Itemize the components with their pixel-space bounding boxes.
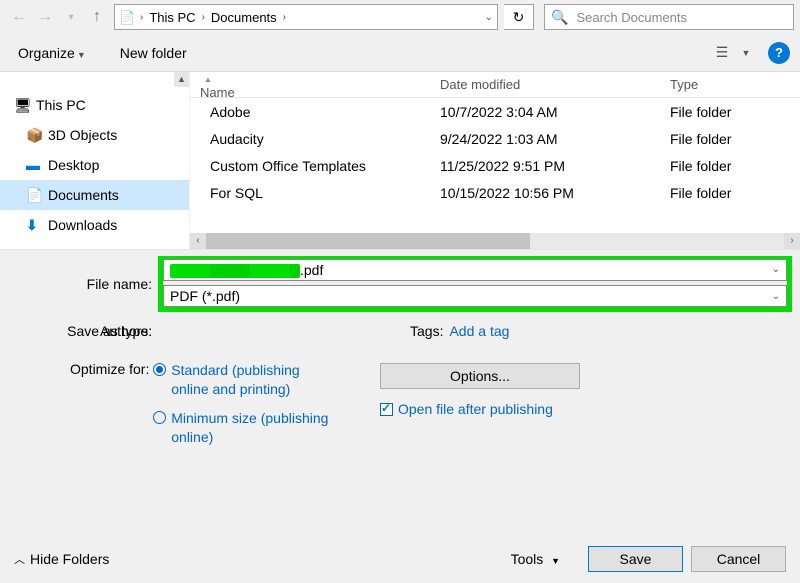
column-header-date[interactable]: Date modified: [440, 77, 670, 92]
chevron-right-icon: ›: [280, 12, 289, 23]
scroll-right-icon[interactable]: ›: [784, 233, 800, 249]
desktop-icon: [26, 157, 42, 173]
new-folder-button[interactable]: New folder: [112, 41, 195, 65]
optimize-label: Optimize for:: [70, 361, 149, 377]
sidebar-item-label: Documents: [48, 187, 119, 203]
open-after-checkbox[interactable]: Open file after publishing: [380, 401, 790, 417]
hscrollbar[interactable]: ‹ ›: [190, 233, 800, 249]
breadcrumb-seg[interactable]: Documents: [208, 10, 280, 25]
view-dropdown[interactable]: ▼: [734, 41, 758, 65]
documents-icon: 📄: [119, 10, 133, 24]
chevron-right-icon: ›: [199, 12, 208, 23]
sidebar: ▲ This PC 3D Objects Desktop Documents D…: [0, 72, 190, 249]
search-placeholder: Search Documents: [576, 10, 687, 25]
chevron-down-icon[interactable]: ⌄: [485, 12, 493, 23]
3d-icon: [26, 127, 42, 143]
hide-folders-toggle[interactable]: ︿ Hide Folders: [14, 551, 109, 567]
sidebar-item-downloads[interactable]: Downloads: [0, 210, 189, 240]
checkbox-icon: [380, 403, 393, 416]
saveas-label: Save as type:: [10, 321, 160, 339]
sidebar-item-this-pc[interactable]: This PC: [0, 90, 189, 120]
search-icon: 🔍: [551, 9, 568, 26]
documents-icon: [26, 187, 42, 203]
saveas-highlight: .pdf ⌄ PDF (*.pdf) ⌄: [158, 256, 792, 312]
breadcrumb-seg[interactable]: This PC: [146, 10, 198, 25]
table-row[interactable]: Custom Office Templates 11/25/2022 9:51 …: [190, 152, 800, 179]
sidebar-item-documents[interactable]: Documents: [0, 180, 189, 210]
back-button[interactable]: ←: [6, 4, 32, 30]
options-button[interactable]: Options...: [380, 363, 580, 389]
chevron-up-icon: ︿: [14, 551, 25, 567]
save-button[interactable]: Save: [588, 546, 683, 572]
forward-button[interactable]: →: [32, 4, 58, 30]
table-row[interactable]: Adobe 10/7/2022 3:04 AM File folder: [190, 98, 800, 125]
sidebar-item-desktop[interactable]: Desktop: [0, 150, 189, 180]
scroll-left-icon[interactable]: ‹: [190, 233, 206, 249]
view-list-icon[interactable]: ☰: [710, 41, 734, 65]
recent-dropdown[interactable]: ▾: [58, 4, 84, 30]
search-input[interactable]: 🔍 Search Documents: [544, 4, 794, 30]
sidebar-item-label: Desktop: [48, 157, 99, 173]
cancel-button[interactable]: Cancel: [691, 546, 786, 572]
filename-label: File name:: [10, 276, 160, 292]
help-icon[interactable]: ?: [768, 42, 790, 64]
sidebar-item-label: Downloads: [48, 217, 117, 233]
download-icon: [26, 217, 42, 233]
filename-input[interactable]: .pdf ⌄: [163, 259, 787, 281]
column-header-name[interactable]: ▲ Name: [200, 72, 440, 100]
sidebar-item-label: This PC: [36, 97, 86, 113]
tools-menu[interactable]: Tools ▼: [511, 551, 560, 567]
breadcrumb[interactable]: 📄 › This PC › Documents › ⌄: [114, 4, 498, 30]
scroll-thumb[interactable]: [206, 233, 530, 249]
optimize-standard-radio[interactable]: Standard (publishing online and printing…: [153, 361, 331, 399]
sidebar-item-3d-objects[interactable]: 3D Objects: [0, 120, 189, 150]
saveas-type-dropdown[interactable]: PDF (*.pdf) ⌄: [163, 285, 787, 307]
sidebar-item-label: 3D Objects: [48, 127, 117, 143]
radio-icon: [153, 363, 166, 376]
optimize-minsize-radio[interactable]: Minimum size (publishing online): [153, 409, 331, 447]
table-row[interactable]: Audacity 9/24/2022 1:03 AM File folder: [190, 125, 800, 152]
refresh-button[interactable]: ↻: [504, 4, 534, 30]
table-row[interactable]: For SQL 10/15/2022 10:56 PM File folder: [190, 179, 800, 206]
scroll-up-icon[interactable]: ▲: [174, 72, 189, 87]
pc-icon: [14, 97, 30, 113]
chevron-right-icon: ›: [137, 12, 146, 23]
column-header-type[interactable]: Type: [670, 77, 800, 92]
radio-icon: [153, 411, 166, 424]
up-button[interactable]: ↑: [84, 4, 110, 30]
file-list: ▲ Name Date modified Type Adobe 10/7/202…: [190, 72, 800, 249]
organize-menu[interactable]: Organize▼: [10, 41, 94, 65]
